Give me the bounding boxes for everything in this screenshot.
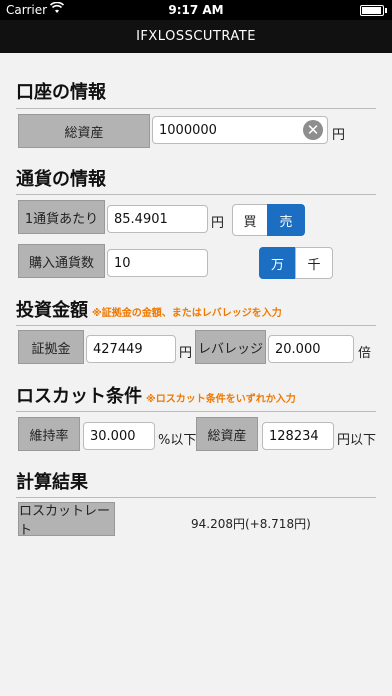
quantity-input[interactable]: 10 bbox=[107, 249, 208, 277]
maintenance-unit: %以下 bbox=[158, 433, 197, 448]
losscut-assets-label: 総資産 bbox=[196, 417, 258, 451]
per-unit-input[interactable]: 85.4901 bbox=[107, 205, 208, 233]
margin-input[interactable]: 427449 bbox=[86, 335, 176, 363]
battery-icon bbox=[360, 5, 384, 16]
section-divider bbox=[16, 325, 376, 326]
investment-title: 投資金額 bbox=[16, 300, 88, 321]
maintenance-label: 維持率 bbox=[18, 417, 80, 451]
section-divider bbox=[16, 411, 376, 412]
leverage-unit: 倍 bbox=[358, 346, 372, 361]
section-divider bbox=[16, 194, 376, 195]
losscut-assets-unit: 円以下 bbox=[337, 433, 377, 448]
per-unit-label: 1通貨あたり bbox=[18, 200, 105, 234]
total-assets-label: 総資産 bbox=[18, 114, 150, 148]
leverage-input[interactable]: 20.000 bbox=[268, 335, 354, 363]
quantity-label: 購入通貨数 bbox=[18, 244, 105, 278]
section-divider bbox=[16, 108, 376, 109]
investment-note: ※証拠金の金額、またはレバレッジを入力 bbox=[92, 308, 282, 319]
maintenance-input[interactable]: 30.000 bbox=[83, 422, 155, 450]
margin-value: 427449 bbox=[93, 341, 143, 357]
total-assets-value: 1000000 bbox=[159, 122, 217, 138]
section-title-currency: 通貨の情報 bbox=[16, 169, 106, 190]
margin-unit: 円 bbox=[179, 346, 193, 361]
unit-man-toggle[interactable]: 万 bbox=[259, 247, 296, 279]
losscut-title: ロスカット条件 bbox=[16, 386, 142, 407]
battery-tip-icon bbox=[385, 8, 387, 13]
per-unit-unit: 円 bbox=[211, 216, 225, 231]
section-title-investment: 投資金額 ※証拠金の金額、またはレバレッジを入力 bbox=[16, 296, 282, 322]
total-assets-input[interactable]: 1000000 bbox=[152, 116, 328, 144]
quantity-value: 10 bbox=[114, 255, 131, 271]
losscut-rate-label: ロスカットレート bbox=[18, 502, 115, 538]
buy-toggle[interactable]: 買 bbox=[232, 204, 268, 236]
margin-label: 証拠金 bbox=[18, 330, 84, 364]
status-bar: Carrier 9:17 AM bbox=[0, 0, 392, 20]
section-title-result: 計算結果 bbox=[16, 472, 88, 493]
section-divider bbox=[16, 497, 376, 498]
per-unit-value: 85.4901 bbox=[114, 211, 168, 227]
section-title-losscut: ロスカット条件 ※ロスカット条件をいずれか入力 bbox=[16, 382, 296, 408]
maintenance-value: 30.000 bbox=[90, 428, 136, 444]
losscut-assets-input[interactable]: 128234 bbox=[262, 422, 334, 450]
section-title-account: 口座の情報 bbox=[16, 82, 106, 103]
clock: 9:17 AM bbox=[168, 3, 224, 17]
total-assets-unit: 円 bbox=[332, 128, 346, 143]
leverage-label: レバレッジ bbox=[195, 330, 266, 364]
losscut-rate-value: 94.208円(+8.718円) bbox=[191, 517, 311, 531]
losscut-assets-value: 128234 bbox=[269, 428, 319, 444]
leverage-value: 20.000 bbox=[275, 341, 321, 357]
clear-icon[interactable]: ✕ bbox=[303, 120, 323, 140]
unit-sen-toggle[interactable]: 千 bbox=[295, 247, 333, 279]
sell-toggle[interactable]: 売 bbox=[267, 204, 305, 236]
losscut-note: ※ロスカット条件をいずれか入力 bbox=[146, 394, 296, 405]
nav-title: IFXLOSSCUTRATE bbox=[0, 20, 392, 53]
